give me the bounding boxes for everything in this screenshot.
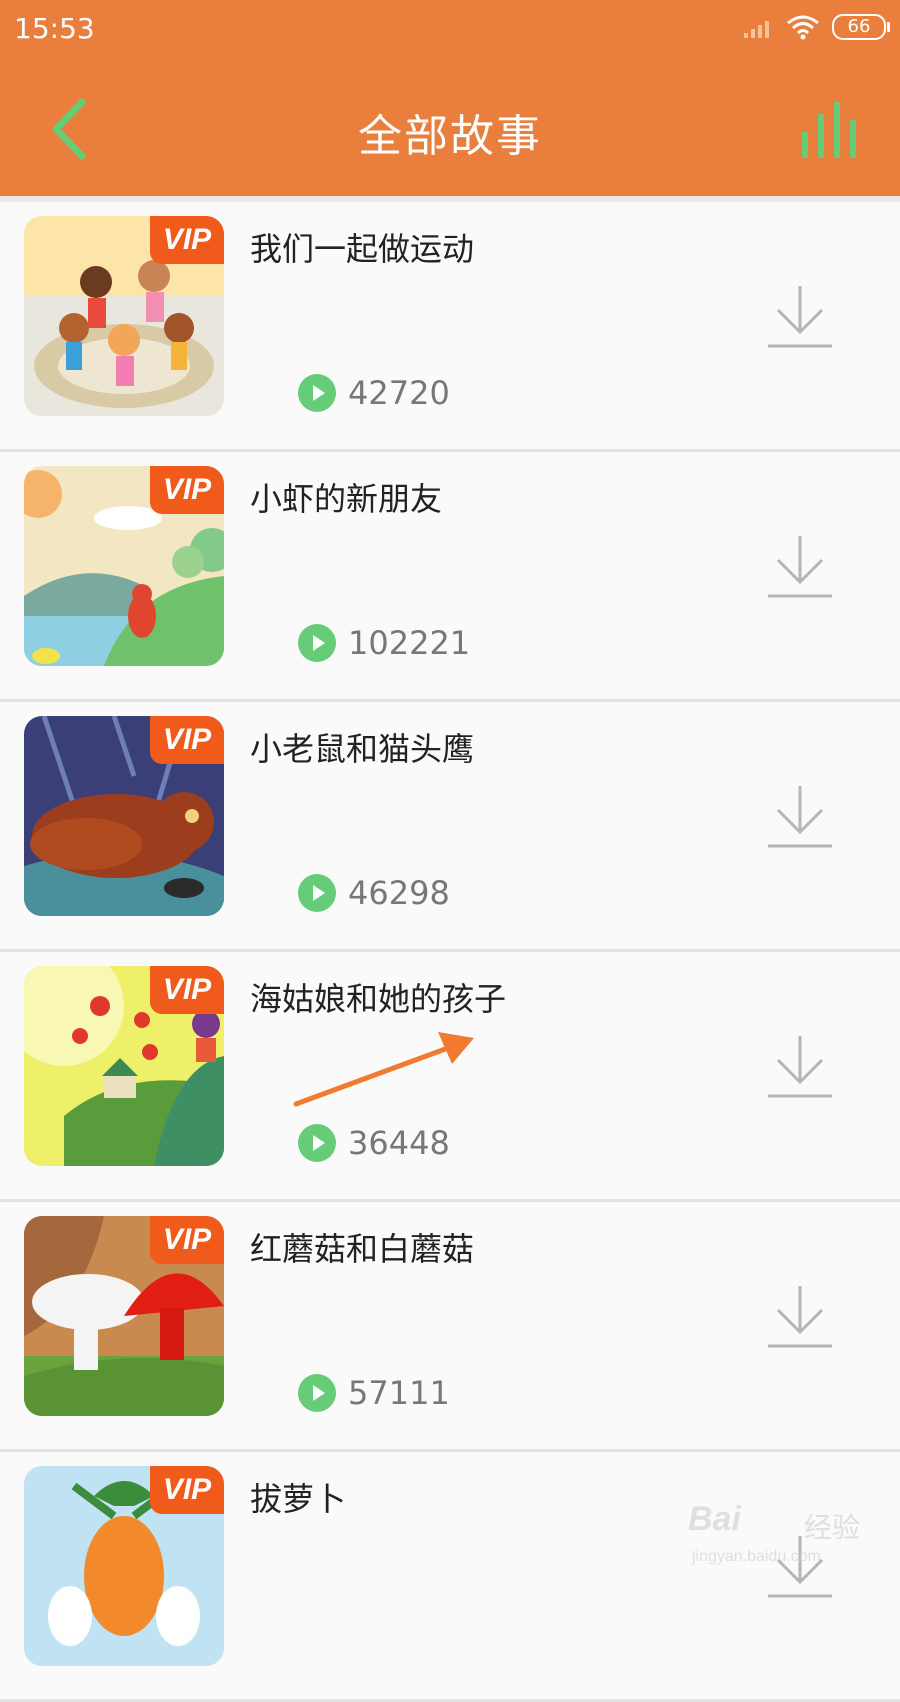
watermark-brand-cn: 经验 — [804, 1511, 861, 1544]
play-icon — [298, 374, 336, 412]
status-time: 15:53 — [14, 12, 95, 45]
story-title: 红蘑菇和白蘑菇 — [250, 1230, 475, 1268]
story-row[interactable]: VIP 小虾的新朋友 102221 — [0, 452, 900, 702]
story-row[interactable]: VIP 红蘑菇和白蘑菇 57111 — [0, 1202, 900, 1452]
play-count-group: 102221 — [298, 624, 470, 662]
story-title: 小老鼠和猫头鹰 — [250, 730, 475, 768]
play-count-group: 42720 — [298, 374, 450, 412]
story-list: VIP 我们一起做运动 42720 VIP 小虾的新朋友 102221 VIP … — [0, 202, 900, 1702]
story-cover-image: VIP — [24, 966, 224, 1166]
story-cover-image: VIP — [24, 716, 224, 916]
equalizer-icon — [802, 102, 856, 158]
download-icon — [768, 286, 832, 348]
status-bar: 15:53 66 — [0, 0, 900, 60]
vip-badge: VIP — [150, 966, 224, 1014]
baidu-watermark: Bai 经验 jingyan.baidu.com — [688, 1500, 888, 1590]
vip-badge: VIP — [150, 466, 224, 514]
vip-badge: VIP — [150, 1466, 224, 1514]
download-button[interactable] — [764, 532, 836, 604]
now-playing-button[interactable] — [798, 100, 862, 160]
story-cover-image: VIP — [24, 1216, 224, 1416]
signal-icon — [744, 21, 769, 38]
play-icon — [298, 624, 336, 662]
vip-badge: VIP — [150, 216, 224, 264]
play-count: 102221 — [348, 624, 471, 662]
page-title: 全部故事 — [358, 111, 542, 162]
watermark-brand: Bai — [688, 1500, 741, 1538]
story-title: 海姑娘和她的孩子 — [250, 980, 507, 1018]
play-count-group: 46298 — [298, 874, 450, 912]
play-icon — [298, 1124, 336, 1162]
status-icons: 66 — [742, 14, 890, 40]
download-icon — [768, 786, 832, 848]
play-count: 46298 — [348, 874, 450, 912]
story-cover-image: VIP — [24, 216, 224, 416]
play-count: 57111 — [348, 1374, 450, 1412]
download-button[interactable] — [764, 1282, 836, 1354]
download-button[interactable] — [764, 1032, 836, 1104]
story-row[interactable]: VIP 小老鼠和猫头鹰 46298 — [0, 702, 900, 952]
download-icon — [768, 1286, 832, 1348]
play-count: 42720 — [348, 374, 450, 412]
watermark-url: jingyan.baidu.com — [692, 1548, 821, 1565]
app-bar: 全部故事 — [0, 60, 900, 196]
story-title: 我们一起做运动 — [250, 230, 475, 268]
battery-indicator: 66 — [832, 14, 890, 40]
play-icon — [298, 1374, 336, 1412]
story-title: 拔萝卜 — [250, 1480, 347, 1518]
download-button[interactable] — [764, 782, 836, 854]
download-icon — [768, 536, 832, 598]
play-icon — [298, 874, 336, 912]
story-row[interactable]: VIP 我们一起做运动 42720 — [0, 202, 900, 452]
story-cover-image: VIP — [24, 466, 224, 666]
story-row[interactable]: VIP 海姑娘和她的孩子 36448 — [0, 952, 900, 1202]
download-icon — [768, 1036, 832, 1098]
download-button[interactable] — [764, 282, 836, 354]
story-title: 小虾的新朋友 — [250, 480, 443, 518]
vip-badge: VIP — [150, 1216, 224, 1264]
play-count-group: 36448 — [298, 1124, 450, 1162]
story-cover-image: VIP — [24, 1466, 224, 1666]
play-count: 36448 — [348, 1124, 450, 1162]
wifi-icon — [787, 15, 819, 40]
play-count-group: 57111 — [298, 1374, 450, 1412]
vip-badge: VIP — [150, 716, 224, 764]
